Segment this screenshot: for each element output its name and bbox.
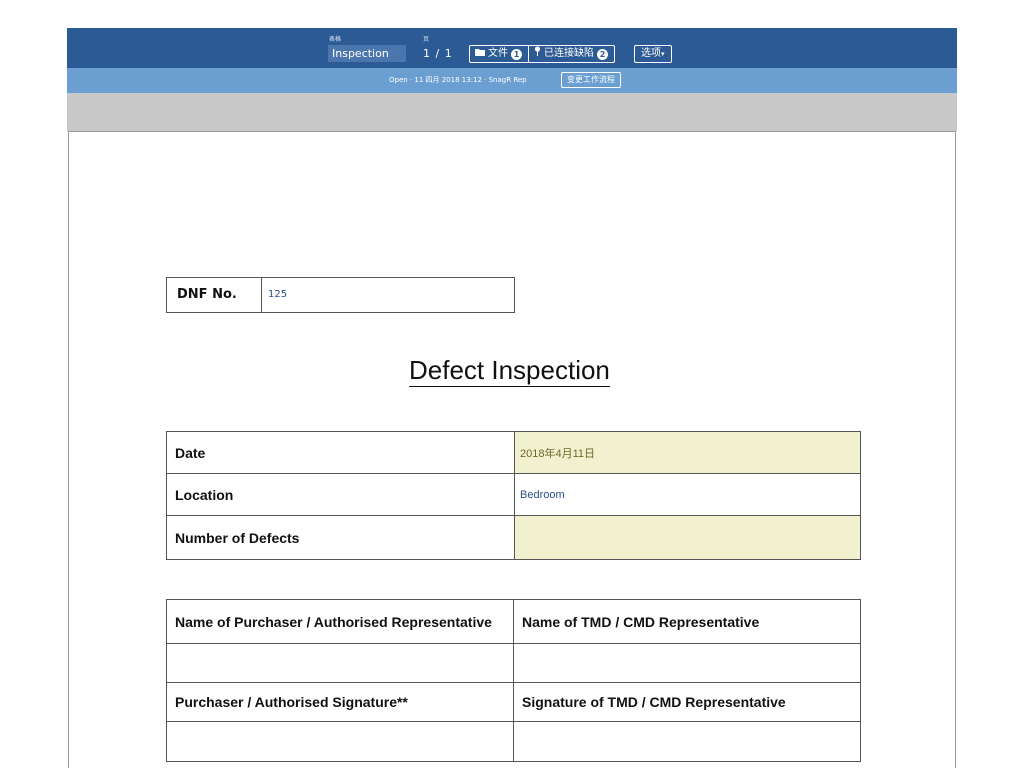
tmd-name-field[interactable] bbox=[512, 643, 862, 683]
table-row: Purchaser / Authorised Signature** Signa… bbox=[166, 682, 862, 722]
number-of-defects-field[interactable] bbox=[514, 515, 861, 560]
pin-icon bbox=[534, 46, 541, 62]
document-page: DNF No. 125 Defect Inspection Date 2018年… bbox=[68, 131, 956, 768]
location-label: Location bbox=[166, 473, 515, 516]
folder-icon bbox=[475, 46, 485, 62]
attachments-segment: 文件 1 已连接缺陷 2 bbox=[469, 45, 615, 63]
options-label: 选项 bbox=[641, 48, 661, 59]
tmd-signature-field[interactable] bbox=[512, 721, 862, 762]
page-gutter bbox=[67, 93, 957, 131]
table-row: Date 2018年4月11日 bbox=[166, 431, 861, 474]
defects-count-badge: 2 bbox=[597, 48, 608, 60]
dnf-box: DNF No. 125 bbox=[166, 277, 515, 313]
number-of-defects-label: Number of Defects bbox=[166, 515, 515, 560]
purchaser-name-field[interactable] bbox=[166, 643, 514, 683]
app-window: 表格 Inspection 页 1 / 1 文件 1 已连接缺陷 2 选项▾ O… bbox=[67, 28, 957, 768]
change-workflow-button[interactable]: 变更工作流程 bbox=[561, 72, 621, 88]
table-row bbox=[166, 721, 862, 762]
table-row: Number of Defects bbox=[166, 515, 861, 560]
purchaser-signature-header: Purchaser / Authorised Signature** bbox=[166, 682, 514, 722]
status-bar: Open · 11 四月 2018 13:12 · SnagR Rep 变更工作… bbox=[67, 68, 957, 93]
purchaser-name-header: Name of Purchaser / Authorised Represent… bbox=[166, 599, 514, 644]
date-field[interactable]: 2018年4月11日 bbox=[514, 431, 861, 474]
dnf-value-field[interactable]: 125 bbox=[262, 278, 514, 312]
files-button[interactable]: 文件 1 bbox=[470, 46, 528, 62]
purchaser-signature-field[interactable] bbox=[166, 721, 514, 762]
table-row: Location Bedroom bbox=[166, 473, 861, 516]
form-select[interactable]: Inspection bbox=[328, 45, 406, 62]
linked-defects-button[interactable]: 已连接缺陷 2 bbox=[528, 46, 614, 62]
tmd-name-header: Name of TMD / CMD Representative bbox=[512, 599, 862, 644]
dnf-label: DNF No. bbox=[167, 278, 262, 312]
page-label: 页 bbox=[423, 36, 430, 43]
document-title: Defect Inspection bbox=[409, 355, 610, 387]
form-label: 表格 bbox=[329, 36, 342, 43]
table-row: Name of Purchaser / Authorised Represent… bbox=[166, 599, 862, 644]
page-count: 1 / 1 bbox=[423, 47, 453, 60]
caret-down-icon: ▾ bbox=[661, 50, 665, 58]
table-row bbox=[166, 643, 862, 683]
date-label: Date bbox=[166, 431, 515, 474]
linked-defects-label: 已连接缺陷 bbox=[544, 48, 594, 59]
status-info: Open · 11 四月 2018 13:12 · SnagR Rep bbox=[389, 76, 527, 84]
files-count-badge: 1 bbox=[511, 48, 522, 60]
tmd-signature-header: Signature of TMD / CMD Representative bbox=[512, 682, 862, 722]
files-label: 文件 bbox=[488, 48, 508, 59]
inspection-details-table: Date 2018年4月11日 Location Bedroom Number … bbox=[166, 431, 861, 560]
location-field[interactable]: Bedroom bbox=[514, 473, 861, 516]
options-button[interactable]: 选项▾ bbox=[634, 45, 672, 63]
top-toolbar: 表格 Inspection 页 1 / 1 文件 1 已连接缺陷 2 选项▾ bbox=[67, 28, 957, 68]
signatures-table: Name of Purchaser / Authorised Represent… bbox=[166, 599, 862, 762]
